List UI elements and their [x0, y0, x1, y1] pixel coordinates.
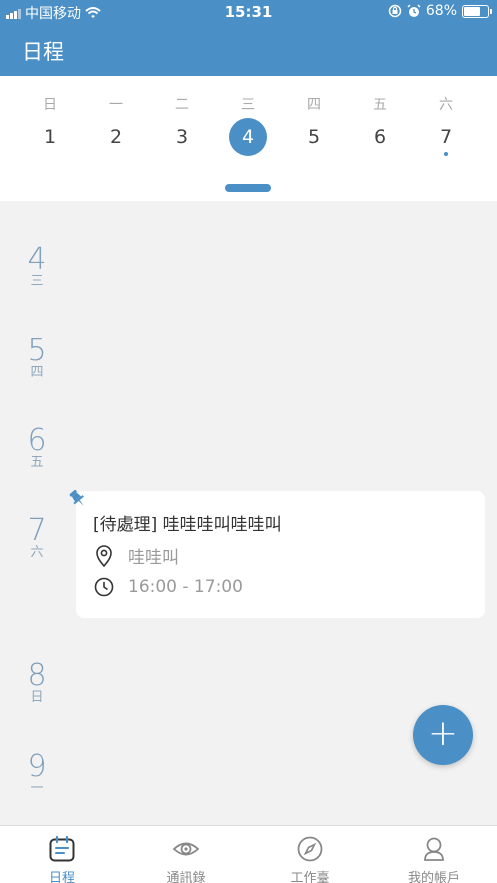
weekday-label: 六 — [439, 97, 453, 113]
event-time: 16:00 - 17:00 — [128, 577, 243, 597]
user-icon — [424, 837, 444, 861]
tab-workbench[interactable]: 工作臺 — [248, 826, 372, 883]
compass-icon — [297, 836, 323, 862]
date-number: 5 — [307, 126, 321, 148]
tab-account[interactable]: 我的帳戶 — [372, 826, 496, 883]
week-day-mon[interactable]: 一 2 — [83, 76, 149, 176]
week-strip: 日 1 一 2 二 3 三 4 四 5 五 6 六 7 — [0, 76, 497, 201]
pin-icon — [69, 489, 84, 506]
page-title: 日程 — [22, 40, 64, 64]
week-day-sat[interactable]: 六 7 — [413, 76, 479, 176]
day-label: 4 三 — [27, 242, 47, 289]
week-day-sun[interactable]: 日 1 — [17, 76, 83, 176]
event-location-row: 哇哇叫 — [94, 543, 179, 568]
tab-schedule[interactable]: 日程 — [0, 826, 124, 883]
clock-icon — [94, 577, 114, 597]
weekday-label: 一 — [109, 97, 123, 113]
tab-label: 通訊錄 — [166, 871, 206, 883]
tab-label: 我的帳戶 — [407, 871, 460, 883]
add-event-button[interactable]: + — [413, 705, 473, 765]
top-bar: 中国移动 15:31 68% 日程 — [0, 0, 497, 76]
weekday-label: 五 — [373, 97, 387, 113]
week-day-fri[interactable]: 五 6 — [347, 76, 413, 176]
date-number: 2 — [109, 126, 123, 148]
event-location: 哇哇叫 — [128, 548, 179, 568]
week-day-thu[interactable]: 四 5 — [281, 76, 347, 176]
date-number: 3 — [175, 126, 189, 148]
date-number: 1 — [43, 126, 57, 148]
date-number: 7 — [439, 126, 453, 148]
event-card[interactable]: [待處理] 哇哇哇叫哇哇叫 哇哇叫 16:00 - 17:00 — [69, 489, 485, 618]
weekday-label: 三 — [241, 97, 255, 113]
tab-bar: 日程 通訊錄 工作臺 我的帳戶 — [0, 825, 497, 883]
event-time-row: 16:00 - 17:00 — [94, 577, 243, 597]
alarm-icon — [407, 4, 421, 17]
expand-handle[interactable] — [225, 184, 271, 192]
event-title: [待處理] 哇哇哇叫哇哇叫 — [93, 515, 282, 535]
tab-label: 日程 — [48, 871, 75, 883]
tab-label: 工作臺 — [290, 871, 330, 883]
event-dot — [444, 152, 448, 156]
day-label: 9 一 — [27, 749, 47, 796]
location-pin-icon — [96, 544, 112, 567]
eye-icon — [172, 842, 200, 856]
week-day-tue[interactable]: 二 3 — [149, 76, 215, 176]
weekday-label: 二 — [175, 97, 189, 113]
calendar-icon — [49, 835, 75, 862]
status-bar: 中国移动 15:31 68% — [0, 0, 497, 24]
date-number: 6 — [373, 126, 387, 148]
weekday-label: 日 — [43, 97, 57, 113]
battery-icon — [462, 4, 492, 18]
day-label: 6 五 — [27, 423, 47, 470]
battery-percent: 68% — [425, 3, 457, 19]
date-number-selected: 4 — [229, 118, 267, 156]
day-label: 8 日 — [27, 658, 47, 705]
day-label: 7 六 — [27, 513, 47, 560]
day-label: 5 四 — [27, 333, 47, 380]
week-day-wed[interactable]: 三 4 — [215, 76, 281, 176]
weekday-label: 四 — [307, 97, 321, 113]
tab-contacts[interactable]: 通訊錄 — [124, 826, 248, 883]
rotation-lock-icon — [388, 4, 402, 18]
